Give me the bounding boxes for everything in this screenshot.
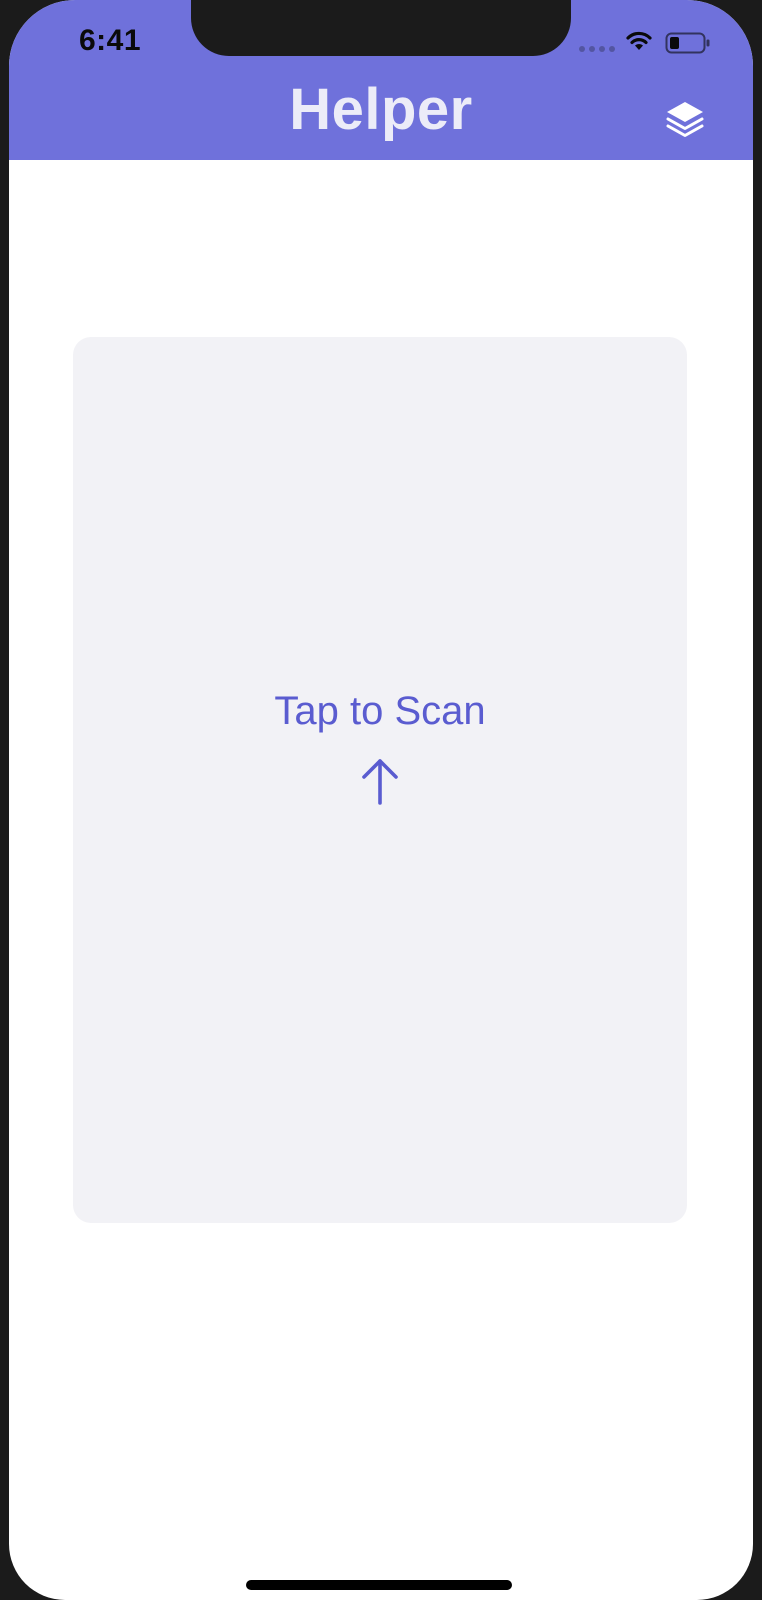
scan-label: Tap to Scan <box>274 689 486 733</box>
scan-button[interactable]: Tap to Scan <box>73 337 687 1223</box>
arrow-up-icon <box>362 759 398 805</box>
navigation-bar: 6:41 Helper <box>9 0 753 160</box>
home-indicator[interactable] <box>246 1580 512 1590</box>
phone-screen: 6:41 Helper Tap to Scan <box>9 0 753 1600</box>
device-notch <box>191 0 571 56</box>
status-time: 6:41 <box>79 24 142 57</box>
cellular-signal-icon <box>579 46 615 52</box>
layers-icon[interactable] <box>663 98 707 142</box>
wifi-icon <box>626 31 652 50</box>
page-title: Helper <box>289 77 473 142</box>
battery-icon <box>665 32 710 54</box>
